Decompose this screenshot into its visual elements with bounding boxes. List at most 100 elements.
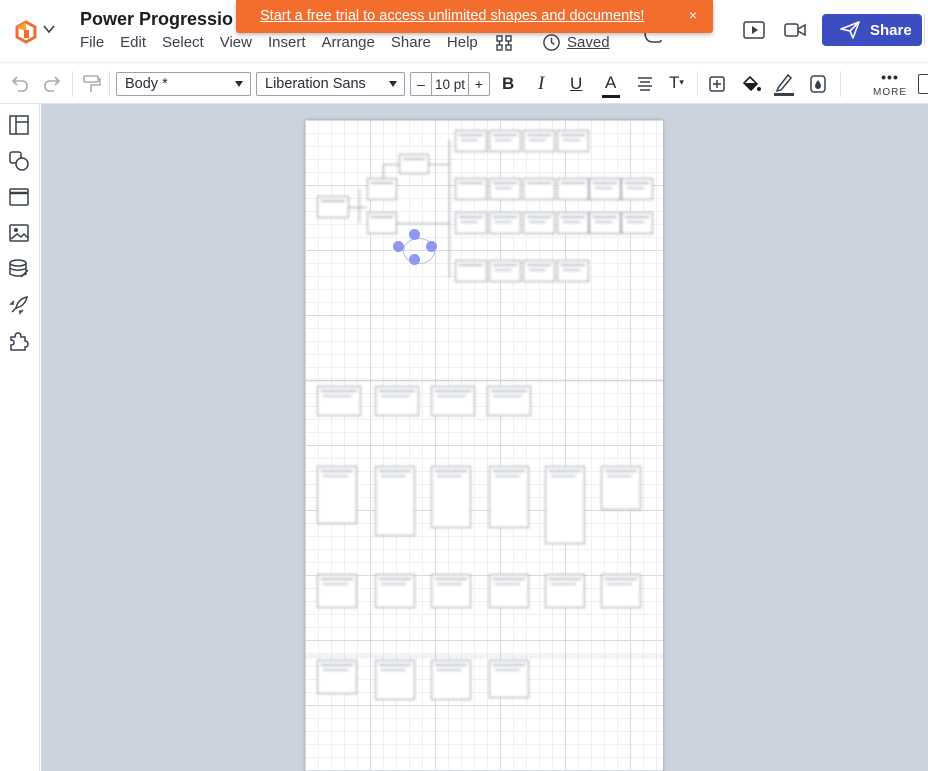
card-node[interactable] [317,574,357,608]
menu-insert[interactable]: Insert [268,34,314,51]
flow-node[interactable] [455,178,487,200]
crop-frame-icon[interactable] [706,73,728,95]
flow-node[interactable] [523,178,555,200]
flow-node[interactable] [523,130,555,152]
flow-node[interactable] [557,130,589,152]
font-size-input[interactable]: 10 pt [431,73,469,95]
flow-node[interactable] [489,260,521,282]
list-card[interactable] [489,466,529,528]
menu-help[interactable]: Help [447,34,486,51]
card-node[interactable] [375,386,419,416]
flow-node[interactable] [523,212,555,234]
flow-node[interactable] [489,178,521,200]
flow-node[interactable] [557,178,589,200]
image-icon[interactable] [8,222,30,244]
menu-arrange[interactable]: Arrange [322,34,383,51]
shapes-icon[interactable] [8,150,30,172]
connector-line [397,223,449,224]
flow-node[interactable] [455,212,487,234]
menu-file[interactable]: File [80,34,112,51]
list-card[interactable] [317,466,357,524]
flow-node[interactable] [557,260,589,282]
card-node[interactable] [317,386,361,416]
share-button[interactable]: Share [822,14,922,46]
decrease-size-button[interactable]: – [411,73,431,95]
opacity-icon[interactable] [807,73,829,95]
card-node[interactable] [601,574,641,608]
frame-icon[interactable] [8,186,30,208]
selection-handle[interactable] [426,241,437,252]
more-button[interactable]: ••• MORE [870,70,910,101]
toolbar-divider [697,71,698,97]
style-select[interactable]: Body * [116,72,251,96]
text-options-button[interactable]: T▾ [669,73,684,93]
flow-node[interactable] [523,260,555,282]
lucid-logo-icon[interactable] [14,20,38,44]
flow-node[interactable] [557,212,589,234]
paint-roller-icon[interactable] [81,73,103,95]
menu-edit[interactable]: Edit [120,34,154,51]
save-status[interactable]: Saved [542,33,610,52]
list-card[interactable] [545,466,585,544]
card-node[interactable] [431,386,475,416]
free-trial-link[interactable]: Start a free trial to access unlimited s… [260,8,644,24]
data-icon[interactable] [8,258,30,280]
card-node[interactable] [431,574,471,608]
present-icon[interactable] [743,21,765,39]
list-card[interactable] [431,466,471,528]
redo-icon[interactable] [42,73,64,95]
card-node[interactable] [545,574,585,608]
more-label: MORE [873,87,907,98]
flow-node[interactable] [621,178,653,200]
chevron-down-icon[interactable] [42,22,56,36]
card-node[interactable] [375,574,415,608]
selection-handle[interactable] [409,229,420,240]
flow-node[interactable] [399,154,429,174]
bold-button[interactable]: B [502,74,514,94]
flow-node[interactable] [367,178,397,200]
menu-view[interactable]: View [220,34,260,51]
panel-icon[interactable] [918,74,928,94]
font-size-stepper: – 10 pt + [410,72,490,96]
flow-node[interactable] [455,130,487,152]
selection-handle[interactable] [409,254,420,265]
card-node[interactable] [489,660,529,698]
rocket-icon[interactable] [8,294,30,316]
list-card[interactable] [601,466,641,510]
card-node[interactable] [431,660,471,700]
plugin-icon[interactable] [8,330,30,352]
feature-find-icon[interactable] [494,33,514,53]
align-icon[interactable] [634,73,656,95]
italic-button[interactable]: I [538,73,544,95]
drawing-canvas[interactable] [41,104,928,771]
increase-size-button[interactable]: + [469,73,489,95]
list-card[interactable] [375,466,415,536]
pages-icon[interactable] [8,114,30,136]
card-node[interactable] [375,660,415,700]
diagram-page[interactable] [305,120,663,771]
selection-handle[interactable] [393,241,404,252]
undo-icon[interactable] [8,73,30,95]
card-node[interactable] [489,574,529,608]
flow-node[interactable] [589,178,621,200]
flow-node[interactable] [367,212,397,234]
fill-bucket-icon[interactable] [740,73,762,95]
card-node[interactable] [487,386,531,416]
document-title[interactable]: Power Progressio [80,9,233,30]
font-color-button[interactable]: A [602,71,620,99]
menu-share[interactable]: Share [391,34,439,51]
flow-node[interactable] [317,196,349,218]
menu-select[interactable]: Select [162,34,212,51]
flow-node[interactable] [589,212,621,234]
font-select[interactable]: Liberation Sans [256,72,405,96]
flow-node[interactable] [489,130,521,152]
line-color-icon[interactable] [773,73,795,96]
flow-node[interactable] [489,212,521,234]
underline-button[interactable]: U [570,74,582,94]
panel-toggle-edge[interactable] [924,14,928,46]
card-node[interactable] [317,660,357,694]
banner-close-button[interactable]: × [689,7,697,23]
flow-node[interactable] [621,212,653,234]
flow-node[interactable] [455,260,487,282]
video-icon[interactable] [784,21,806,39]
